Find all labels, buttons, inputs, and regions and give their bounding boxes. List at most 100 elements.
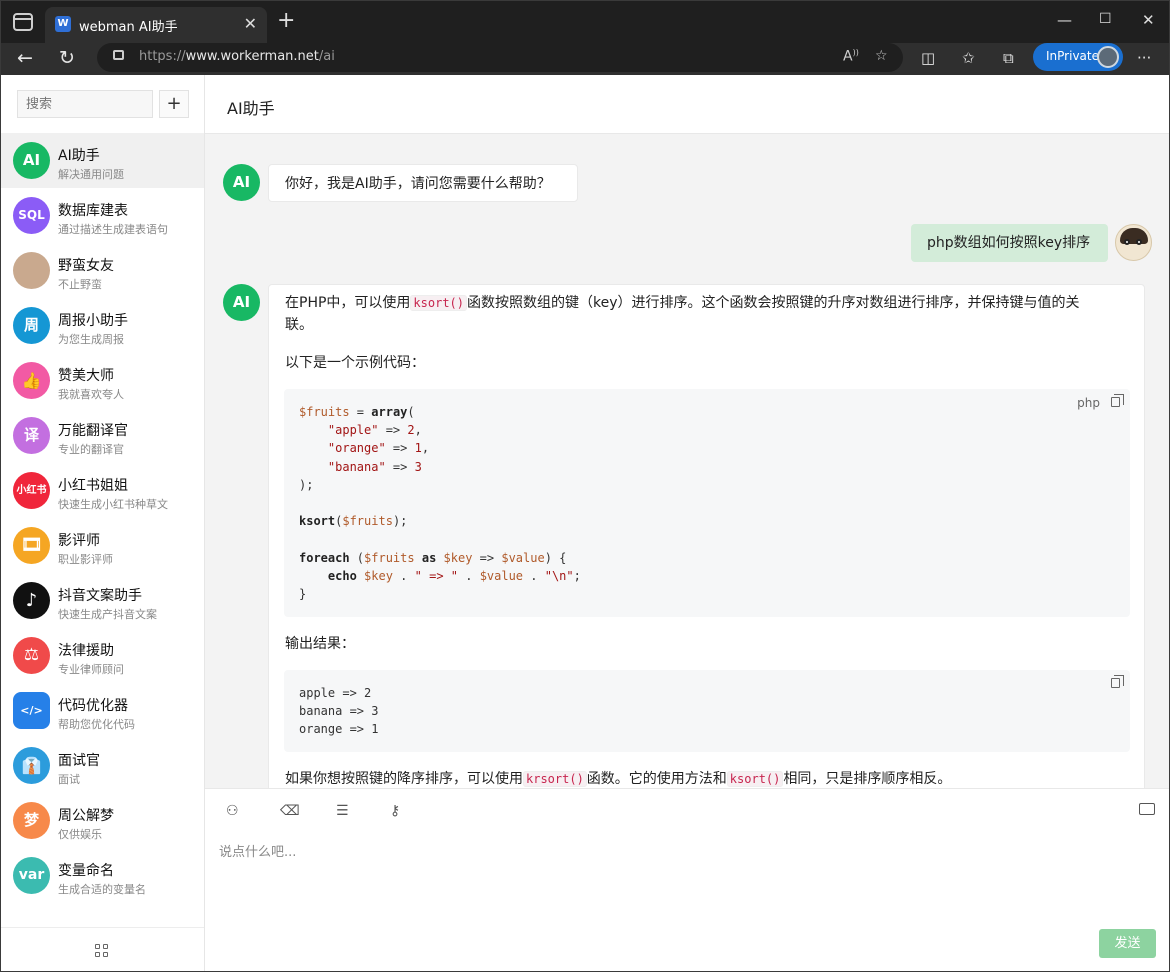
code-text: $fruits = array( "apple" => 2, "orange" … bbox=[299, 405, 581, 602]
apps-grid-icon[interactable] bbox=[95, 944, 109, 958]
read-aloud-icon[interactable]: A)) bbox=[843, 48, 859, 65]
assistant-name: 周报小助手 bbox=[58, 313, 128, 329]
favorites-icon[interactable]: ✩ bbox=[962, 49, 975, 67]
assistant-desc: 不止野蛮 bbox=[58, 278, 102, 291]
assistant-name: 影评师 bbox=[58, 533, 100, 549]
sidebar-footer bbox=[1, 927, 204, 971]
clear-context-icon[interactable]: ⌫ bbox=[280, 803, 300, 821]
address-toolbar: ← ↻ https://www.workerman.net/ai A)) ☆ ◫… bbox=[1, 43, 1169, 75]
keyboard-icon[interactable] bbox=[1139, 803, 1155, 815]
page-title: AI助手 bbox=[227, 99, 275, 118]
maximize-icon[interactable]: ☐ bbox=[1099, 11, 1112, 27]
assistant-desc: 快速生成小红书种草文 bbox=[58, 498, 168, 511]
back-arrow-icon[interactable]: ← bbox=[17, 47, 33, 69]
assistant-name: 法律援助 bbox=[58, 643, 114, 659]
assistant-desc: 生成合适的变量名 bbox=[58, 883, 146, 896]
settings-sliders-icon[interactable]: ☰ bbox=[336, 803, 354, 821]
assistant-desc: 我就喜欢夸人 bbox=[58, 388, 124, 401]
assistant-name: 抖音文案助手 bbox=[58, 588, 142, 604]
sidebar-item[interactable]: 周周报小助手 为您生成周报 bbox=[1, 298, 204, 353]
new-tab-button[interactable]: + bbox=[277, 9, 295, 33]
sidebar-item[interactable]: 梦周公解梦 仅供娱乐 bbox=[1, 793, 204, 848]
assistant-desc: 快速生成产抖音文案 bbox=[58, 608, 157, 621]
tab-actions-icon[interactable] bbox=[13, 13, 33, 31]
assistant-avatar: AI bbox=[13, 142, 50, 179]
profile-avatar bbox=[1097, 46, 1119, 68]
tab-title: webman AI助手 bbox=[79, 20, 178, 35]
sidebar-item[interactable]: 小红书 小红书姐姐 快速生成小红书种草文 bbox=[1, 463, 204, 518]
sidebar-item[interactable]: SQL 数据库建表 通过描述生成建表语句 bbox=[1, 188, 204, 243]
assistant-desc: 面试 bbox=[58, 773, 80, 786]
lock-icon bbox=[113, 50, 124, 60]
bot-avatar: AI bbox=[223, 284, 260, 321]
thumbs-up-icon: 👍 bbox=[13, 362, 50, 399]
assistant-desc: 帮助您优化代码 bbox=[58, 718, 135, 731]
reply-paragraph: 在PHP中，可以使用 ksort() 函数按照数组的键（key）进行排序。这个函数会… bbox=[285, 295, 1080, 333]
message-list: AI 你好，我是AI助手，请问您需要什么帮助？ php数组如何按照key排序 A… bbox=[205, 134, 1169, 788]
minimize-icon[interactable]: — bbox=[1057, 11, 1072, 29]
sidebar-item[interactable]: ♪ 抖音文案助手 快速生成产抖音文案 bbox=[1, 573, 204, 628]
assistant-avatar: SQL bbox=[13, 197, 50, 234]
add-assistant-button[interactable]: + bbox=[159, 90, 189, 118]
assistant-name: 变量命名 bbox=[58, 863, 114, 879]
user-message: php数组如何按照key排序 bbox=[911, 224, 1108, 262]
assistant-name: 万能翻译官 bbox=[58, 423, 128, 439]
message-input[interactable] bbox=[219, 841, 1149, 931]
reply-paragraph: 输出结果： bbox=[285, 636, 355, 652]
gavel-icon: ⚖ bbox=[13, 637, 50, 674]
role-select-icon[interactable]: ⚇ bbox=[226, 803, 244, 821]
sidebar-item[interactable]: 👍 赞美大师我就喜欢夸人 bbox=[1, 353, 204, 408]
close-tab-icon[interactable]: ✕ bbox=[244, 14, 257, 33]
tab-bar: W webman AI助手 ✕ + — ☐ ✕ bbox=[1, 1, 1169, 43]
composer: ⚇ ⌫ ☰ ⚷ 发送 bbox=[205, 788, 1169, 971]
chat-panel: AI助手 AI 你好，我是AI助手，请问您需要什么帮助？ php数组如何按照ke… bbox=[205, 75, 1169, 971]
close-window-icon[interactable]: ✕ bbox=[1142, 11, 1155, 29]
output-block: apple => 2 banana => 3 orange => 1 bbox=[284, 670, 1130, 752]
api-key-icon[interactable]: ⚷ bbox=[390, 803, 408, 821]
collections-icon[interactable]: ⧉ bbox=[1003, 49, 1014, 67]
bot-message: 在PHP中，可以使用 ksort() 函数按照数组的键（key）进行排序。这个函数会… bbox=[268, 284, 1145, 788]
assistant-avatar: 译 bbox=[13, 417, 50, 454]
sidebar-item[interactable]: 🎞 影评师 职业影评师 bbox=[1, 518, 204, 573]
message-text: php数组如何按照key排序 bbox=[927, 235, 1091, 251]
url-text: https://www.workerman.net/ai bbox=[139, 49, 335, 64]
assistant-name: 赞美大师 bbox=[58, 368, 114, 384]
assistant-name: 面试官 bbox=[58, 753, 100, 769]
assistant-desc: 专业的翻译官 bbox=[58, 443, 124, 456]
assistant-desc: 仅供娱乐 bbox=[58, 828, 102, 841]
webman-favicon-icon: W bbox=[55, 16, 71, 32]
assistant-name: 周公解梦 bbox=[58, 808, 114, 824]
sidebar-item[interactable]: </> 代码优化器帮助您优化代码 bbox=[1, 683, 204, 738]
search-input[interactable] bbox=[17, 90, 153, 118]
code-icon: </> bbox=[13, 692, 50, 729]
sidebar-item[interactable]: 野蛮女友 不止野蛮 bbox=[1, 243, 204, 298]
assistant-desc: 为您生成周报 bbox=[58, 333, 124, 346]
address-bar[interactable]: https://www.workerman.net/ai A)) ☆ bbox=[97, 43, 903, 72]
assistant-avatar: var bbox=[13, 857, 50, 894]
sidebar-item[interactable]: var 变量命名生成合适的变量名 bbox=[1, 848, 204, 903]
copy-icon[interactable] bbox=[1111, 675, 1124, 688]
send-button[interactable]: 发送 bbox=[1099, 929, 1156, 958]
assistant-avatar bbox=[13, 252, 50, 289]
necktie-icon: 👔 bbox=[13, 747, 50, 784]
sidebar: + AI AI助手解决通用问题 SQL 数据库建表通过描述生成建表语句 野蛮女友不止… bbox=[1, 75, 205, 971]
sidebar-item[interactable]: 👔 面试官面试 bbox=[1, 738, 204, 793]
browser-tab[interactable]: W webman AI助手 ✕ bbox=[45, 7, 267, 43]
message-text: 你好，我是AI助手，请问您需要什么帮助？ bbox=[285, 176, 551, 192]
inprivate-badge[interactable]: InPrivate bbox=[1033, 43, 1123, 71]
film-reel-icon: 🎞 bbox=[13, 527, 50, 564]
code-block: php $fruits = array( "apple" => 2, "oran… bbox=[284, 389, 1130, 617]
refresh-icon[interactable]: ↻ bbox=[59, 47, 75, 69]
split-screen-icon[interactable]: ◫ bbox=[921, 49, 935, 67]
sidebar-item[interactable]: AI AI助手 解决通用问题 bbox=[1, 133, 204, 188]
assistant-name: 代码优化器 bbox=[58, 698, 128, 714]
copy-icon[interactable] bbox=[1111, 394, 1124, 407]
code-language: php bbox=[1077, 396, 1100, 410]
sidebar-item[interactable]: ⚖ 法律援助 专业律师顾问 bbox=[1, 628, 204, 683]
assistant-name: AI助手 bbox=[58, 148, 100, 164]
add-favorite-icon[interactable]: ☆ bbox=[875, 48, 888, 64]
more-options-icon[interactable]: ··· bbox=[1137, 49, 1151, 67]
sidebar-item[interactable]: 译万能翻译官专业的翻译官 bbox=[1, 408, 204, 463]
assistant-name: 野蛮女友 bbox=[58, 258, 114, 274]
assistant-name: 小红书姐姐 bbox=[58, 478, 128, 494]
